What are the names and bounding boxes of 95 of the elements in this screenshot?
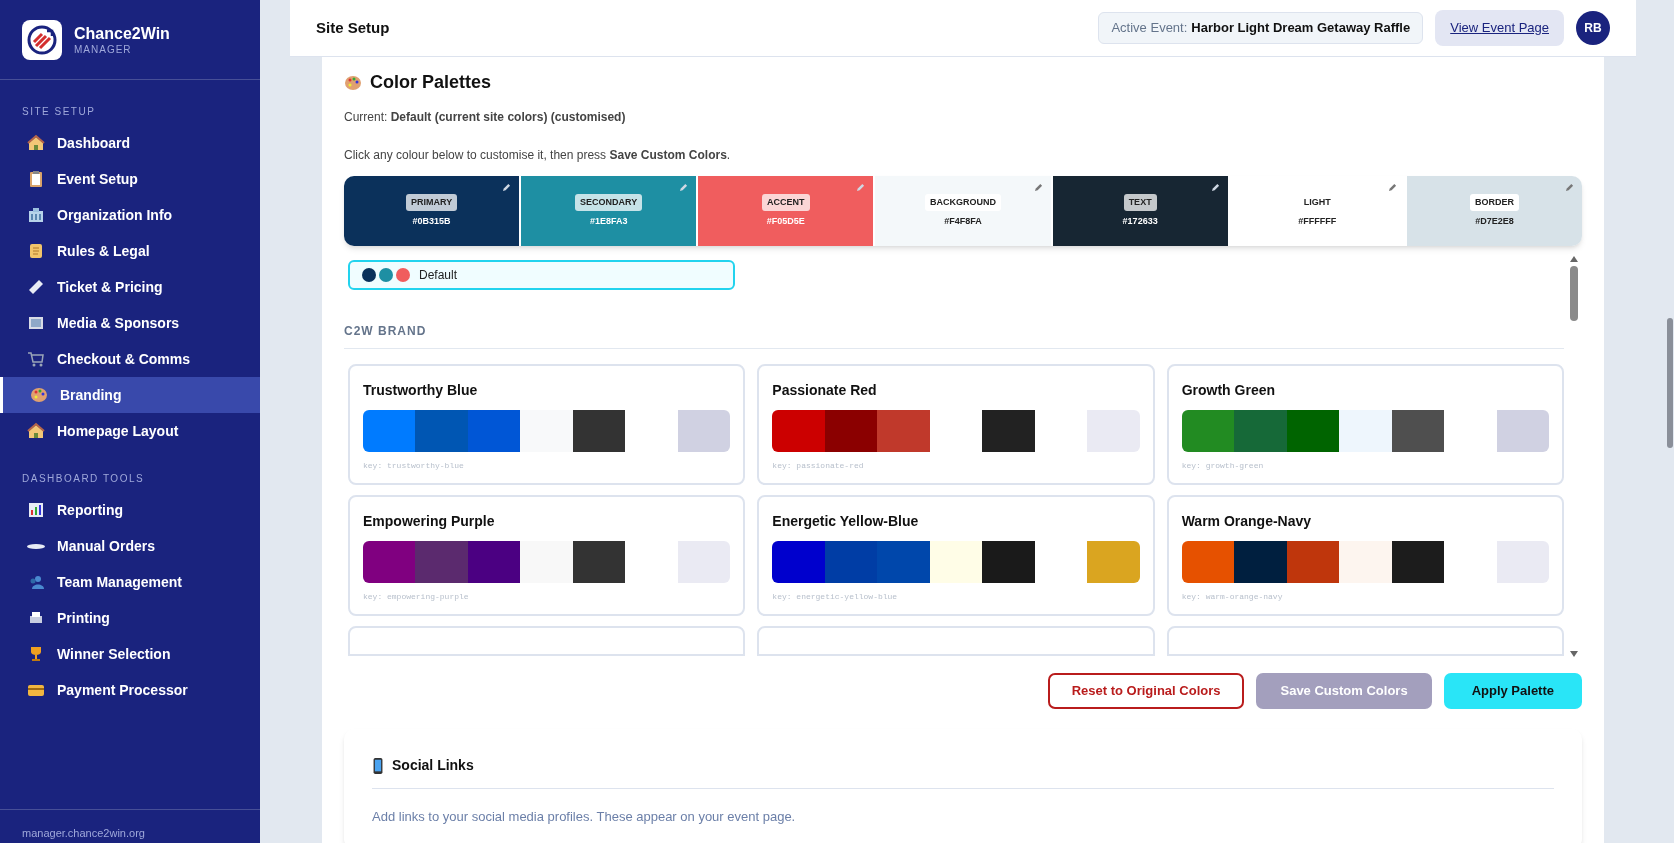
ticket-icon — [27, 278, 45, 296]
logo-icon — [22, 19, 62, 60]
palette-name: Energetic Yellow-Blue — [772, 512, 920, 531]
avatar[interactable]: RB — [1576, 11, 1610, 45]
hex-value: #172633 — [1122, 215, 1158, 228]
pencil-icon — [502, 183, 512, 192]
hex-value: #0B315B — [412, 215, 451, 228]
nav-item[interactable]: Printing — [0, 600, 260, 636]
palette-name: Trustworthy Blue — [363, 381, 479, 400]
nav-item[interactable]: Homepage Layout — [0, 413, 260, 449]
swatch-label: TEXT — [1123, 193, 1157, 211]
palette-card[interactable]: Passionate Red key: passionate-red — [757, 364, 1155, 485]
nav-item[interactable]: Manual Orders — [0, 528, 260, 564]
hex-value: #1E8FA3 — [589, 215, 628, 228]
reset-button[interactable]: Reset to Original Colors — [1047, 673, 1245, 709]
site-address: manager.chance2win.org — [22, 827, 145, 839]
palette-card[interactable]: Growth Green key: growth-green — [1166, 364, 1564, 485]
palette-card[interactable]: Trustworthy Blue key: trustworthy-blue — [348, 364, 746, 485]
house-icon — [27, 422, 45, 440]
swatch-label: ACCENT — [762, 193, 810, 211]
pencil-icon — [679, 183, 689, 192]
color-swatch[interactable]: PRIMARY #0B315B — [344, 176, 520, 246]
pencil-icon — [856, 183, 866, 192]
color-swatch[interactable]: SECONDARY #1E8FA3 — [521, 176, 697, 246]
palette-icon — [344, 73, 362, 92]
bar-chart-icon — [27, 501, 45, 519]
color-swatch[interactable]: BACKGROUND #F4F8FA — [875, 176, 1051, 246]
palette-key: key: empowering-purple — [363, 591, 731, 603]
palette-key: key: growth-green — [1181, 460, 1549, 472]
palette-key: key: warm-orange-navy — [1181, 591, 1549, 603]
palette-key: key: trustworthy-blue — [363, 460, 731, 472]
palette-key: key: energetic-yellow-blue — [772, 591, 1140, 603]
hex-value: #D7E2E8 — [1475, 215, 1514, 228]
color-swatch[interactable]: BORDER #D7E2E8 — [1406, 176, 1582, 246]
palette-key: key: passionate-red — [772, 460, 1140, 472]
active-event-name: Harbor Light Dream Getaway Raffle — [1191, 19, 1411, 38]
palette-card[interactable] — [348, 626, 746, 656]
nav-item[interactable]: Winner Selection — [0, 636, 260, 672]
palette-name: Default — [419, 267, 458, 284]
pencil-icon — [1033, 183, 1043, 192]
swatch-label: PRIMARY — [406, 193, 458, 211]
palette-name: Growth Green — [1181, 381, 1276, 400]
palette-name: Warm Orange-Navy — [1181, 512, 1313, 531]
palette-card[interactable]: Warm Orange-Navy key: warm-orange-navy — [1166, 495, 1564, 616]
color-swatch[interactable]: TEXT #172633 — [1052, 176, 1228, 246]
palette-name: Passionate Red — [772, 381, 878, 400]
pencil-icon — [1565, 183, 1574, 192]
page-title: Site Setup — [316, 17, 391, 38]
color-swatch[interactable]: LIGHT #FFFFFF — [1229, 176, 1405, 246]
palette-name: Empowering Purple — [363, 512, 496, 531]
hex-value: #F05D5E — [766, 215, 805, 228]
phone-icon — [372, 757, 384, 774]
view-event-page-link[interactable]: View Event Page — [1435, 10, 1564, 46]
pencil-icon — [1387, 183, 1397, 192]
nav-item[interactable]: Media & Sponsors — [0, 305, 260, 341]
swatch-label: SECONDARY — [575, 193, 643, 211]
brand-subtitle: MANAGER — [74, 43, 133, 56]
scroll-icon — [27, 242, 45, 260]
current-palette-text: Current: Default (current site colors) (customised) — [344, 109, 627, 126]
nav-item[interactable]: Branding — [0, 377, 260, 413]
swatch-label: BORDER — [1469, 193, 1519, 211]
instructions-text: Click any colour below to customise it, then press Save Custom Colors. — [344, 147, 732, 164]
hex-value: #FFFFFF — [1298, 215, 1337, 228]
cart-icon — [27, 350, 45, 368]
section-heading: SITE SETUP — [21, 105, 97, 119]
nav-item[interactable]: Ticket & Pricing — [0, 269, 260, 305]
pencil-icon — [1210, 183, 1220, 192]
picture-frame-icon — [27, 314, 45, 332]
clipboard-icon — [27, 170, 45, 188]
building-icon — [27, 206, 45, 224]
nav-item[interactable]: Checkout & Comms — [0, 341, 260, 377]
description-text: Add links to your social media profiles. These appear on your event page. — [372, 808, 797, 826]
palette-card[interactable]: Empowering Purple key: empowering-purple — [348, 495, 746, 616]
house-icon — [27, 134, 45, 152]
nav-item[interactable]: Organization Info — [0, 197, 260, 233]
swatch-label: BACKGROUND — [925, 193, 1001, 211]
nav-item[interactable]: Team Management — [0, 564, 260, 600]
palette-option[interactable]: Default — [348, 260, 735, 290]
nav-item[interactable]: Payment Processor — [0, 672, 260, 708]
nav-item[interactable]: Reporting — [0, 492, 260, 528]
nav-item[interactable]: Rules & Legal — [0, 233, 260, 269]
active-event-label: Active Event: — [1111, 19, 1188, 38]
color-swatch[interactable]: ACCENT #F05D5E — [698, 176, 874, 246]
hex-value: #F4F8FA — [944, 215, 982, 228]
group-heading: C2W BRAND — [344, 324, 427, 338]
section-title: Color Palettes — [370, 71, 492, 94]
nav-item[interactable]: Dashboard — [0, 125, 260, 161]
section-title: Social Links — [392, 756, 474, 775]
palette-card[interactable]: Energetic Yellow-Blue key: energetic-yellow-blue — [757, 495, 1155, 616]
section-heading: DASHBOARD TOOLS — [21, 472, 146, 486]
brand-name: Chance2Win — [74, 23, 170, 44]
nav-item[interactable]: Event Setup — [0, 161, 260, 197]
apply-button[interactable]: Apply Palette — [1443, 673, 1582, 709]
palette-card[interactable] — [757, 626, 1155, 656]
palette-icon — [30, 386, 48, 404]
